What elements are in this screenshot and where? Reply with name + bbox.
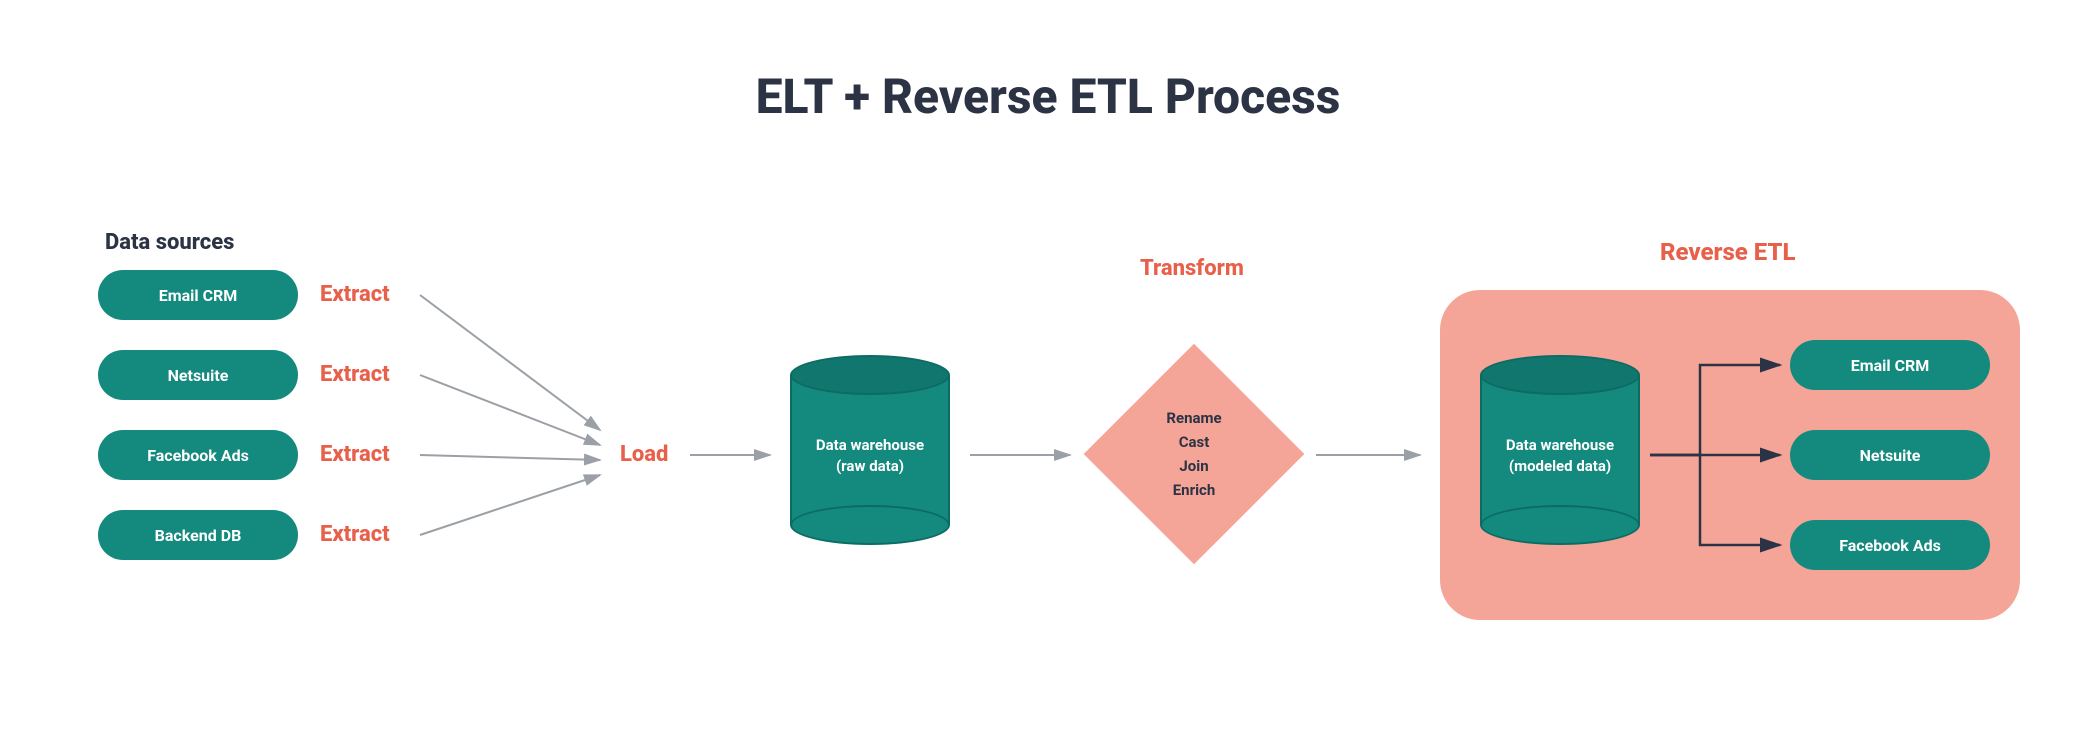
warehouse-raw-icon: Data warehouse (raw data) — [790, 355, 950, 545]
source-pill-facebook-ads: Facebook Ads — [98, 430, 298, 480]
transform-label: Transform — [1140, 256, 1244, 281]
transform-diamond-icon: Rename Cast Join Enrich — [1084, 344, 1304, 564]
transform-op-cast: Cast — [1179, 430, 1210, 454]
source-label: Netsuite — [168, 366, 229, 385]
source-label: Facebook Ads — [147, 446, 249, 465]
data-sources-header: Data sources — [105, 230, 234, 255]
dest-pill-netsuite: Netsuite — [1790, 430, 1990, 480]
source-label: Email CRM — [159, 286, 238, 305]
transform-op-join: Join — [1179, 454, 1208, 478]
load-label: Load — [620, 442, 668, 467]
dest-label: Netsuite — [1860, 446, 1921, 465]
diagram-title: ELT + Reverse ETL Process — [0, 68, 2096, 125]
dest-label: Email CRM — [1851, 356, 1930, 375]
dest-pill-facebook-ads: Facebook Ads — [1790, 520, 1990, 570]
source-pill-backend-db: Backend DB — [98, 510, 298, 560]
warehouse-raw-line2: (raw data) — [836, 457, 904, 475]
warehouse-modeled-icon: Data warehouse (modeled data) — [1480, 355, 1640, 545]
warehouse-raw-line1: Data warehouse — [816, 436, 924, 454]
dest-label: Facebook Ads — [1839, 536, 1941, 555]
extract-label-3: Extract — [320, 442, 390, 467]
extract-label-1: Extract — [320, 282, 390, 307]
dest-pill-email-crm: Email CRM — [1790, 340, 1990, 390]
transform-op-enrich: Enrich — [1173, 478, 1216, 502]
extract-label-4: Extract — [320, 522, 390, 547]
warehouse-mod-line1: Data warehouse — [1506, 436, 1614, 454]
warehouse-mod-line2: (modeled data) — [1509, 457, 1611, 475]
source-label: Backend DB — [155, 526, 242, 545]
reverse-etl-label: Reverse ETL — [1660, 238, 1795, 266]
source-pill-email-crm: Email CRM — [98, 270, 298, 320]
transform-op-rename: Rename — [1166, 406, 1221, 430]
source-pill-netsuite: Netsuite — [98, 350, 298, 400]
extract-label-2: Extract — [320, 362, 390, 387]
